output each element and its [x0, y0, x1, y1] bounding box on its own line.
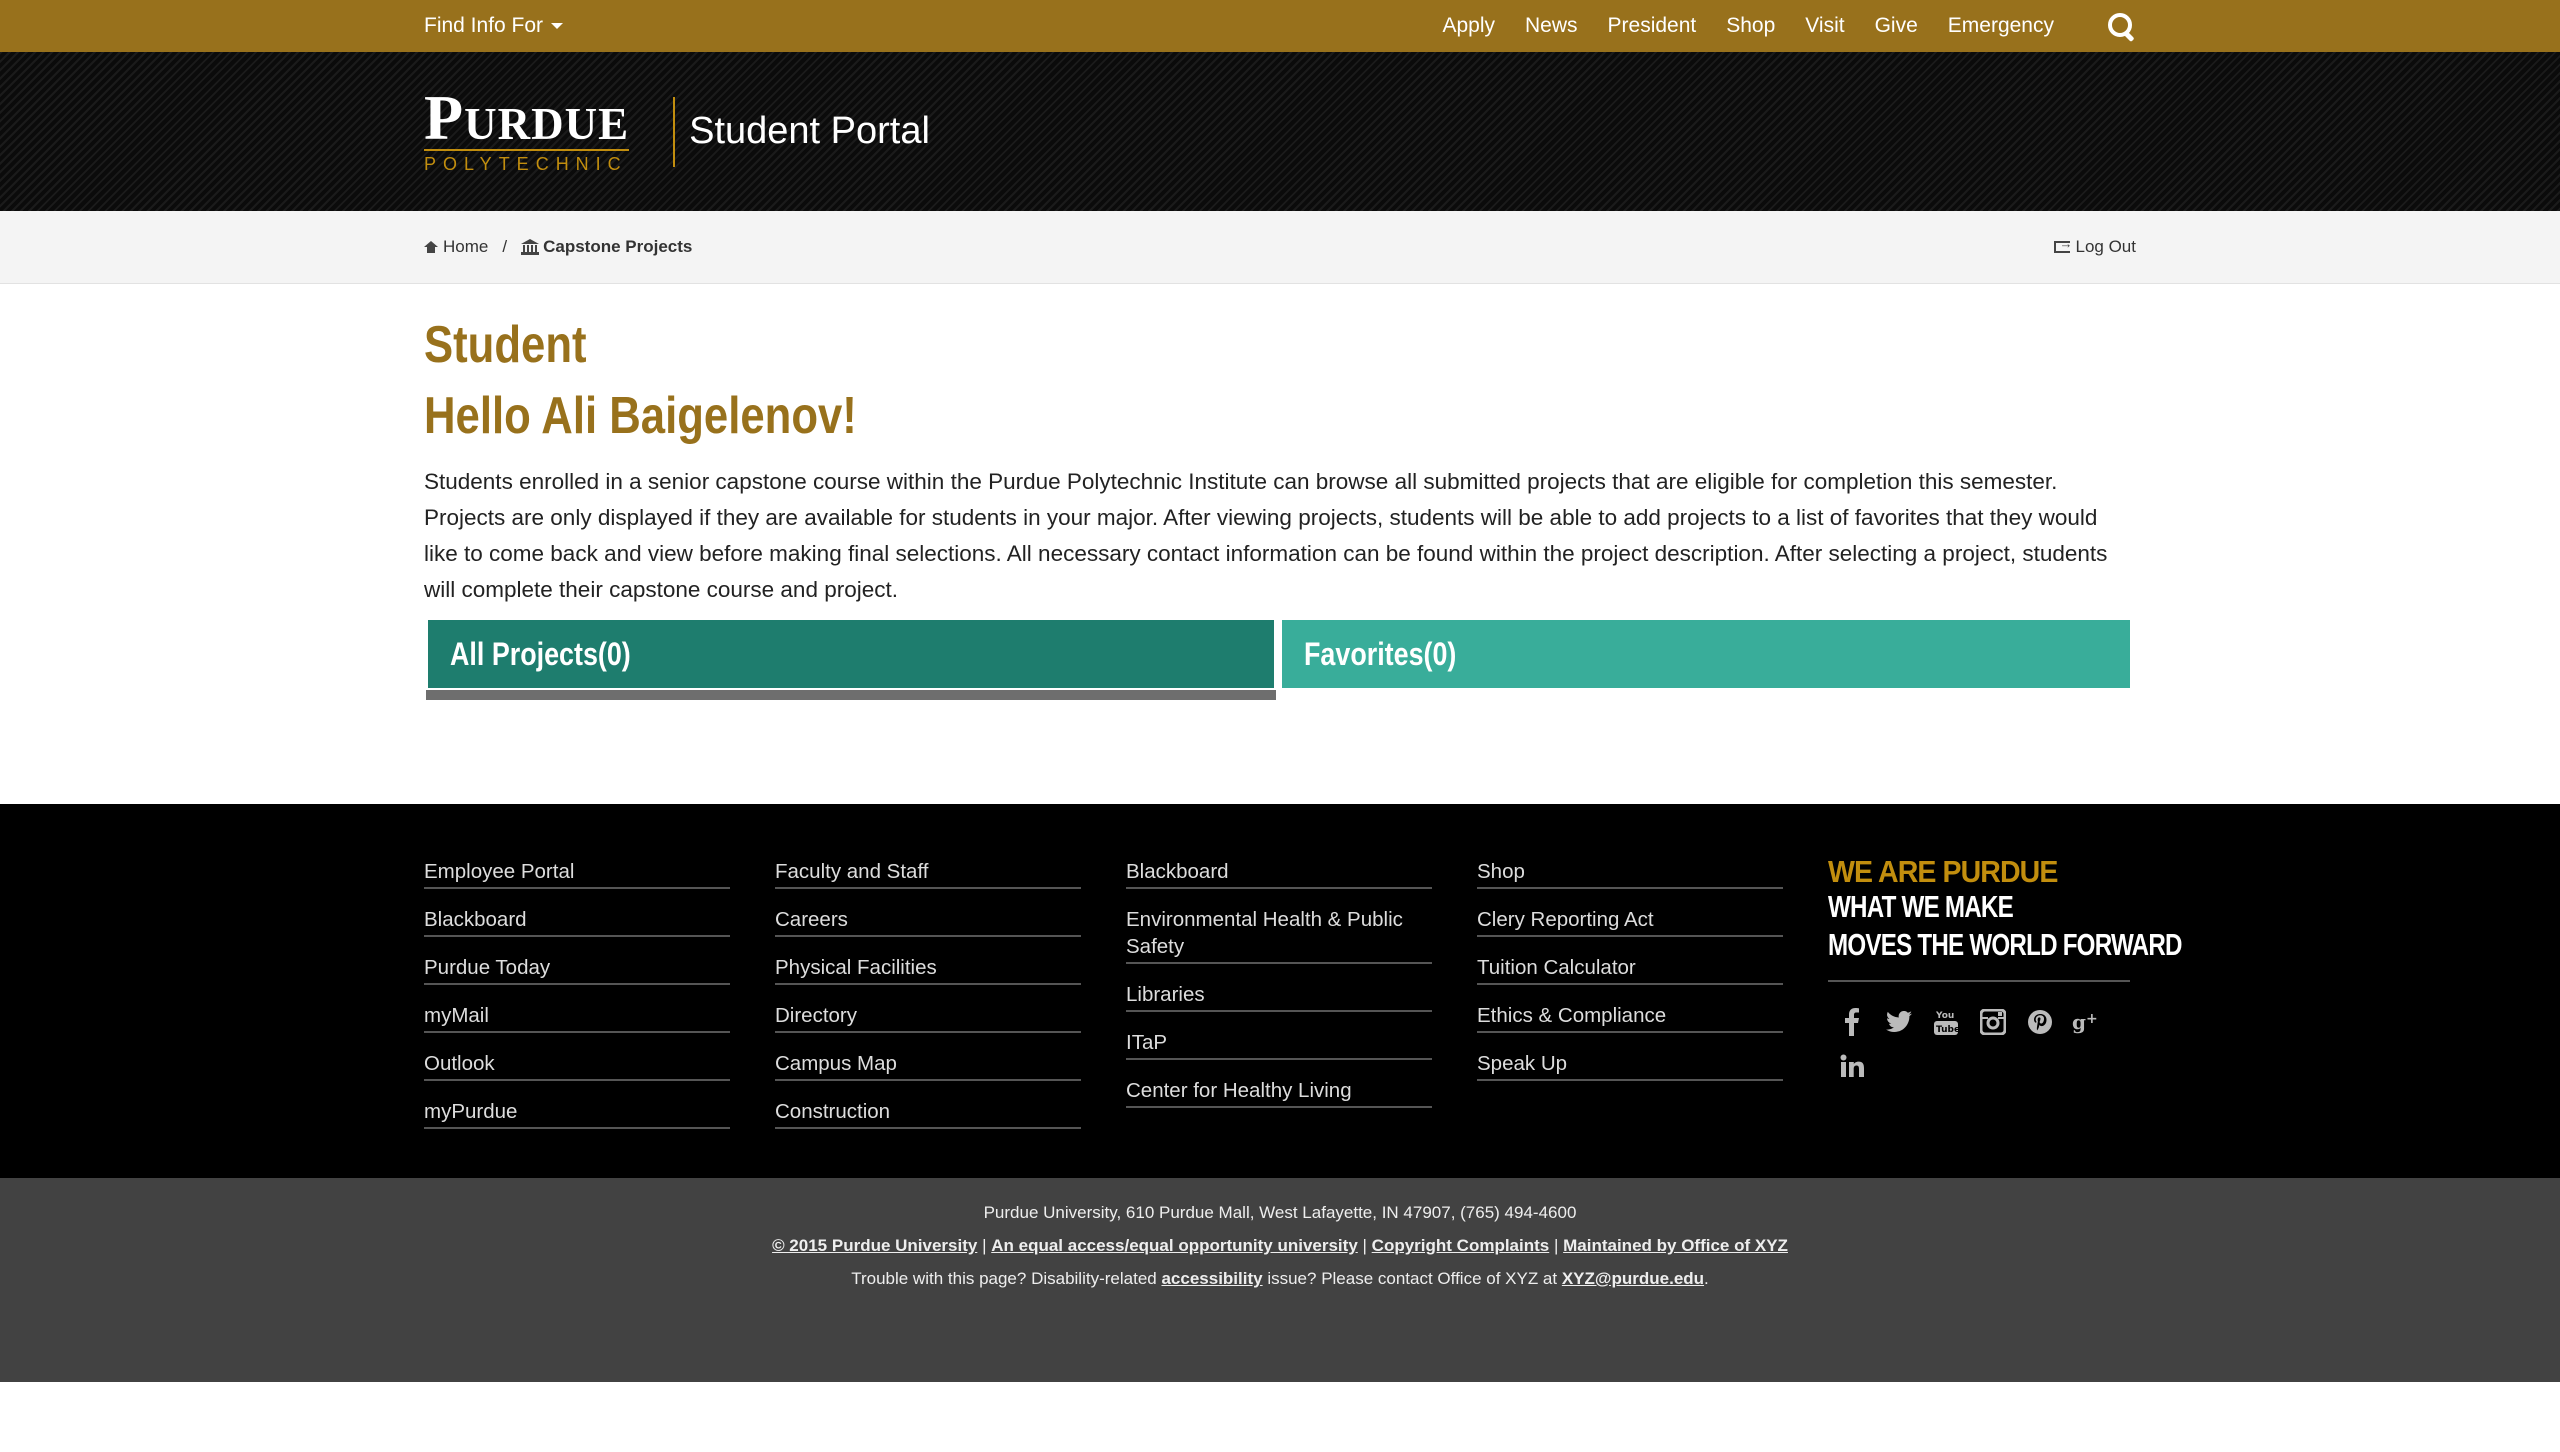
top-nav-news[interactable]: News: [1525, 14, 1578, 38]
footer-link[interactable]: Faculty and Staff: [775, 856, 1081, 889]
top-nav-president[interactable]: President: [1608, 14, 1697, 38]
footer-divider: [1828, 980, 2130, 982]
home-icon: [424, 241, 438, 253]
sign-out-icon: [2053, 236, 2073, 253]
top-nav-give[interactable]: Give: [1875, 14, 1918, 38]
greeting-heading: Hello Ali Baigelenov!: [424, 387, 857, 445]
logo-subtitle: POLYTECHNIC: [424, 148, 630, 175]
brand-tagline-1: WE ARE PURDUE: [1828, 854, 2058, 889]
footer-link[interactable]: Environmental Health & Public Safety: [1126, 904, 1432, 964]
find-info-dropdown[interactable]: Find Info For: [424, 14, 564, 38]
breadcrumb: Home / Capstone Projects: [424, 237, 692, 257]
footer-column-3: Blackboard Environmental Health & Public…: [1126, 856, 1432, 1129]
google-plus-icon[interactable]: g +: [2063, 1000, 2110, 1044]
footer-link[interactable]: Employee Portal: [424, 856, 730, 889]
tab-all-projects[interactable]: All Projects(0): [426, 620, 1276, 700]
footer-link[interactable]: Purdue Today: [424, 952, 730, 985]
facebook-icon[interactable]: [1828, 1000, 1875, 1044]
social-links: You Tube g +: [1828, 1000, 2128, 1088]
footer-legal-links: © 2015 Purdue University | An equal acce…: [0, 1229, 2560, 1262]
breadcrumb-separator: /: [502, 237, 508, 256]
logout-link[interactable]: Log Out: [2053, 236, 2137, 257]
site-footer: Employee Portal Blackboard Purdue Today …: [0, 804, 2560, 1178]
legal-separator: |: [1553, 1236, 1559, 1255]
role-heading: Student: [424, 316, 587, 374]
top-nav-apply[interactable]: Apply: [1442, 14, 1495, 38]
top-nav-visit[interactable]: Visit: [1805, 14, 1844, 38]
maintained-by-link[interactable]: Maintained by Office of XYZ: [1563, 1236, 1788, 1255]
footer-link[interactable]: Blackboard: [1126, 856, 1432, 889]
footer-link[interactable]: Construction: [775, 1096, 1081, 1129]
trouble-suffix: issue? Please contact Office of XYZ at: [1267, 1269, 1558, 1288]
portal-title: Student Portal: [689, 110, 930, 152]
legal-separator: |: [1362, 1236, 1367, 1255]
pinterest-icon[interactable]: [2016, 1000, 2063, 1044]
linkedin-icon[interactable]: [1828, 1044, 1875, 1088]
footer-link[interactable]: Physical Facilities: [775, 952, 1081, 985]
footer-brand: WE ARE PURDUE WHAT WE MAKE MOVES THE WOR…: [1828, 854, 2182, 1129]
purdue-polytechnic-logo[interactable]: Purdue POLYTECHNIC: [424, 81, 630, 175]
footer-link[interactable]: Careers: [775, 904, 1081, 937]
legal-separator: |: [982, 1236, 987, 1255]
accessibility-link[interactable]: accessibility: [1161, 1269, 1262, 1288]
svg-text:+: +: [2086, 1011, 2098, 1027]
footer-link[interactable]: Campus Map: [775, 1048, 1081, 1081]
find-info-label: Find Info For: [424, 14, 544, 37]
top-nav-shop[interactable]: Shop: [1726, 14, 1775, 38]
svg-text:g: g: [2072, 1010, 2086, 1034]
header-divider: [673, 96, 676, 167]
caret-down-icon: [551, 23, 564, 29]
intro-paragraph: Students enrolled in a senior capstone c…: [424, 469, 2108, 602]
footer-link[interactable]: Center for Healthy Living: [1126, 1075, 1432, 1108]
brand-tagline-2: WHAT WE MAKE: [1828, 889, 2014, 924]
breadcrumb-current: Capstone Projects: [543, 237, 693, 256]
top-nav-emergency[interactable]: Emergency: [1948, 14, 2054, 38]
logout-label: Log Out: [2075, 237, 2137, 256]
copyright-link[interactable]: © 2015 Purdue University: [772, 1236, 977, 1255]
trouble-period: .: [1704, 1269, 1709, 1288]
top-utility-bar: Find Info For Apply News President Shop …: [0, 0, 2560, 52]
youtube-icon[interactable]: You Tube: [1922, 1000, 1969, 1044]
footer-link[interactable]: Directory: [775, 1000, 1081, 1033]
footer-link[interactable]: Blackboard: [424, 904, 730, 937]
brand-tagline-3: MOVES THE WORLD FORWARD: [1828, 927, 2182, 962]
instagram-icon[interactable]: [1969, 1000, 2016, 1044]
institution-icon: [521, 239, 540, 255]
breadcrumb-bar: Home / Capstone Projects Log Out: [0, 211, 2560, 284]
footer-link[interactable]: Clery Reporting Act: [1477, 904, 1783, 937]
svg-text:Tube: Tube: [1936, 1025, 1959, 1035]
footer-column-4: Shop Clery Reporting Act Tuition Calcula…: [1477, 856, 1783, 1129]
svg-text:You: You: [1935, 1011, 1954, 1021]
twitter-icon[interactable]: [1875, 1000, 1922, 1044]
site-header: Purdue POLYTECHNIC Student Portal: [0, 52, 2560, 211]
footer-link[interactable]: Ethics & Compliance: [1477, 1000, 1783, 1033]
footer-address: Purdue University, 610 Purdue Mall, West…: [983, 1203, 1577, 1222]
tab-favorites-label: Favorites(0): [1304, 635, 1457, 672]
footer-link[interactable]: Outlook: [424, 1048, 730, 1081]
breadcrumb-home-label: Home: [443, 237, 489, 256]
footer-trouble-line: Trouble with this page? Disability-relat…: [0, 1262, 2560, 1295]
footer-legal: Purdue University, 610 Purdue Mall, West…: [0, 1178, 2560, 1382]
search-icon[interactable]: [2106, 11, 2136, 43]
footer-link[interactable]: Tuition Calculator: [1477, 952, 1783, 985]
logo-wordmark: Purdue: [424, 81, 630, 153]
breadcrumb-home[interactable]: Home: [424, 237, 488, 257]
project-tabs: All Projects(0) Favorites(0): [424, 620, 2136, 700]
footer-column-1: Employee Portal Blackboard Purdue Today …: [424, 856, 730, 1129]
footer-column-2: Faculty and Staff Careers Physical Facil…: [775, 856, 1081, 1129]
footer-link[interactable]: ITaP: [1126, 1027, 1432, 1060]
tab-favorites[interactable]: Favorites(0): [1282, 620, 2130, 688]
equal-access-link[interactable]: An equal access/equal opportunity univer…: [991, 1236, 1358, 1255]
footer-link[interactable]: myMail: [424, 1000, 730, 1033]
tab-all-projects-label: All Projects(0): [450, 635, 631, 672]
footer-link[interactable]: Libraries: [1126, 979, 1432, 1012]
trouble-prefix: Trouble with this page? Disability-relat…: [851, 1269, 1157, 1288]
footer-link[interactable]: myPurdue: [424, 1096, 730, 1129]
contact-email-link[interactable]: XYZ@purdue.edu: [1562, 1269, 1704, 1288]
copyright-complaints-link[interactable]: Copyright Complaints: [1372, 1236, 1550, 1255]
main-content: Student Hello Ali Baigelenov! Students e…: [0, 284, 2560, 804]
footer-link[interactable]: Shop: [1477, 856, 1783, 889]
footer-link[interactable]: Speak Up: [1477, 1048, 1783, 1081]
top-nav: Apply News President Shop Visit Give Eme…: [1412, 11, 2136, 43]
